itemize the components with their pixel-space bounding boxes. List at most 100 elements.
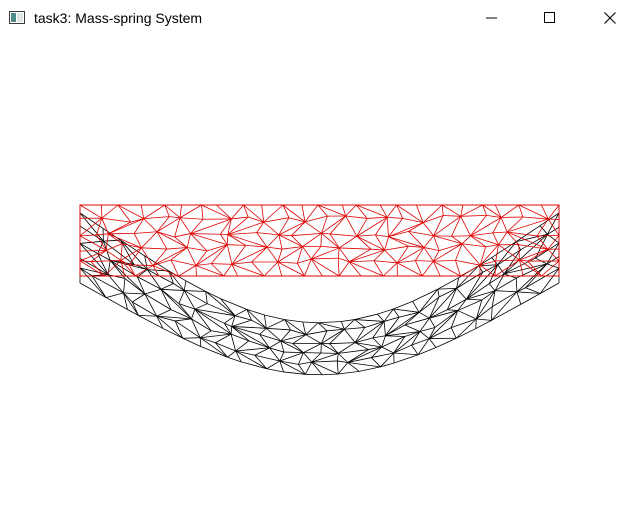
deformed-mesh-spring [429,288,457,319]
deformed-mesh-spring [340,321,345,330]
rest-mesh-spring [179,204,182,218]
rest-mesh-spring [386,217,389,237]
deformed-mesh-spring [354,319,385,322]
deformed-mesh-spring [266,319,285,329]
deformed-mesh-spring [231,326,270,349]
rest-mesh-spring [120,247,142,261]
deformed-mesh-spring [303,343,322,353]
deformed-mesh-spring [412,288,439,302]
deformed-mesh-spring [520,293,541,305]
deformed-mesh-spring [336,353,339,361]
rest-mesh-spring [256,232,279,236]
rest-mesh-spring [500,217,508,233]
deformed-mesh-spring [175,318,192,322]
deformed-mesh-spring [280,340,304,353]
rest-mesh-spring [421,261,434,277]
rest-mesh-spring [321,215,346,234]
rest-mesh-spring [195,265,197,277]
rest-mesh-spring [79,204,103,219]
rest-mesh-spring [210,263,224,277]
rest-mesh-spring [460,204,483,217]
rest-mesh-spring [170,247,188,261]
maximize-button[interactable] [527,0,573,36]
rest-mesh-spring [266,234,280,248]
rest-mesh-spring [495,259,520,262]
rest-mesh-spring [460,214,487,217]
deformed-mesh-spring [337,362,349,375]
rest-mesh-spring [441,204,444,216]
rest-mesh-spring [266,246,279,263]
deformed-mesh-spring [280,329,291,342]
rest-mesh-spring [527,260,542,277]
rest-mesh-spring [345,215,358,237]
rest-mesh-spring [152,247,188,266]
deformed-mesh-spring [79,282,107,298]
rest-mesh-spring [329,233,340,249]
deformed-mesh-spring [404,324,421,332]
rest-mesh-spring [433,235,463,245]
title-bar[interactable]: task3: Mass-spring System [0,0,641,36]
minimize-button[interactable] [469,0,515,36]
rest-mesh-spring [375,234,389,238]
deformed-mesh-spring [438,288,457,298]
rest-mesh-spring [345,204,357,217]
rest-mesh-spring [170,259,196,266]
rest-mesh-spring [337,258,340,277]
deformed-mesh-spring [385,324,406,337]
rest-mesh-spring [267,246,283,250]
rest-mesh-spring [311,258,340,277]
rest-mesh-spring [140,204,145,219]
deformed-mesh-spring [200,337,216,344]
close-button[interactable] [587,0,633,36]
deformed-mesh-spring [372,335,386,339]
deformed-mesh-spring [194,308,212,332]
deformed-mesh-spring [266,327,291,331]
rest-mesh-spring [356,218,368,237]
deformed-mesh-spring [138,315,157,317]
deformed-mesh-spring [385,316,400,337]
deformed-mesh-spring [476,306,493,320]
rest-mesh-spring [310,258,323,277]
app-window: task3: Mass-spring System [0,0,641,516]
rest-mesh-spring [304,221,322,234]
deformed-mesh-spring [466,298,482,301]
deformed-mesh-spring [194,308,232,335]
deformed-mesh-spring [205,291,208,304]
deformed-mesh-spring [515,278,518,292]
rest-mesh-spring [261,204,265,223]
rest-mesh-spring [190,233,221,235]
deformed-mesh-spring [393,308,420,313]
deformed-mesh-spring [241,361,267,370]
rest-mesh-spring [547,235,560,250]
rest-mesh-spring [439,243,463,252]
rest-mesh-spring [356,234,376,237]
render-canvas[interactable] [0,36,641,516]
deformed-mesh-spring [354,321,385,343]
deformed-mesh-spring [79,267,107,298]
rest-mesh-spring [408,222,424,232]
deformed-mesh-spring [185,280,206,292]
rest-mesh-spring [330,233,357,237]
rest-mesh-spring [134,231,158,234]
deformed-mesh-spring [105,297,128,310]
deformed-mesh-spring [220,298,248,310]
deformed-mesh-spring [160,283,174,290]
deformed-mesh-spring [137,276,162,290]
deformed-mesh-spring [264,314,285,320]
deformed-mesh-spring [298,361,312,365]
deformed-mesh-spring [191,309,196,320]
rest-mesh-spring [321,233,340,249]
rest-mesh-spring [227,244,246,246]
rest-mesh-spring [223,264,233,277]
deformed-mesh-spring [235,340,250,352]
deformed-mesh-spring [283,351,304,354]
deformed-mesh-spring [178,290,185,304]
deformed-mesh-spring [259,328,267,335]
rest-mesh-spring [379,204,388,218]
rest-mesh-spring [460,204,464,217]
rest-mesh-spring [321,232,331,235]
deformed-mesh-spring [207,303,236,317]
deformed-mesh-spring [231,319,252,327]
deformed-mesh-spring [329,342,356,345]
deformed-mesh-spring [372,321,385,339]
